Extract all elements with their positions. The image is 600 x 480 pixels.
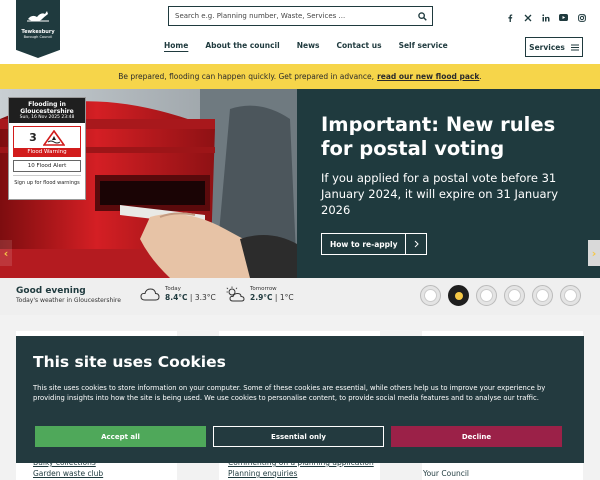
- hero-body: If you applied for a postal vote before …: [321, 171, 559, 217]
- social-links: [505, 13, 586, 22]
- hamburger-icon: [570, 44, 579, 50]
- cloud-icon: [140, 288, 160, 301]
- tomorrow-label: Tomorrow: [250, 286, 277, 292]
- nav-home[interactable]: Home: [164, 41, 188, 50]
- weather-today: Today 8.4°C | 3.3°C: [140, 286, 216, 302]
- carousel-indicators: [420, 285, 581, 306]
- x-icon[interactable]: [523, 13, 532, 22]
- tomorrow-low: 1°C: [279, 293, 294, 302]
- carousel-prev-button[interactable]: ‹: [0, 240, 12, 266]
- carousel-dot-6[interactable]: [560, 285, 581, 306]
- services-menu-button[interactable]: Services: [525, 37, 583, 57]
- nav-news[interactable]: News: [297, 41, 320, 50]
- essential-only-button[interactable]: Essential only: [213, 426, 384, 447]
- accept-all-button[interactable]: Accept all: [35, 426, 206, 447]
- youtube-icon[interactable]: [559, 13, 568, 22]
- search-button[interactable]: [412, 7, 432, 25]
- weather-greeting: Good evening Today's weather in Gloucest…: [16, 286, 121, 304]
- carousel-dot-1[interactable]: [420, 285, 441, 306]
- flood-warning-label: Flood Warning: [14, 148, 80, 156]
- flood-warning-count: 3: [29, 131, 37, 144]
- cookie-buttons: Accept all Essential only Decline: [35, 426, 562, 447]
- nav-contact[interactable]: Contact us: [336, 41, 381, 50]
- linkedin-icon[interactable]: [541, 13, 550, 22]
- search-bar: [168, 6, 433, 26]
- link-your-council[interactable]: Your Council: [423, 468, 469, 479]
- carousel-next-button[interactable]: ›: [588, 240, 600, 266]
- tomorrow-high: 2.9°C: [250, 293, 273, 302]
- weather-location: Today's weather in Gloucestershire: [16, 297, 121, 304]
- today-label: Today: [165, 286, 181, 292]
- search-icon: [417, 11, 427, 21]
- flood-signup-link[interactable]: Sign up for flood warnings: [13, 175, 81, 186]
- carousel-dot-5[interactable]: [532, 285, 553, 306]
- carousel-dot-3[interactable]: [476, 285, 497, 306]
- hero-title: Important: New rules for postal voting: [321, 113, 556, 160]
- logo-subtitle: Borough Council: [23, 35, 53, 39]
- cookie-text: This site uses cookies to store informat…: [33, 384, 546, 402]
- today-low: 3.3°C: [194, 293, 216, 302]
- weather-bar: Good evening Today's weather in Gloucest…: [0, 278, 600, 315]
- hero-content: Important: New rules for postal voting I…: [321, 113, 581, 255]
- council-logo[interactable]: Tewkesbury Borough Council: [16, 0, 60, 58]
- service-list-3: Your Council: [423, 468, 469, 479]
- flood-warning-icon: [42, 129, 65, 146]
- facebook-icon[interactable]: [505, 13, 514, 22]
- search-input[interactable]: [169, 7, 412, 25]
- carousel-dot-4[interactable]: [504, 285, 525, 306]
- main-nav: Home About the council News Contact us S…: [164, 41, 448, 50]
- banner-end: .: [479, 72, 482, 81]
- weather-tomorrow: Tomorrow 2.9°C | 1°C: [225, 286, 294, 302]
- greeting-text: Good evening: [16, 286, 86, 296]
- services-label: Services: [529, 42, 565, 52]
- reapply-button[interactable]: How to re-apply: [321, 233, 428, 255]
- flood-widget-header: Flooding in Gloucestershire Sun, 16 Nov …: [9, 98, 85, 123]
- carousel-dot-2[interactable]: [448, 285, 469, 306]
- banner-text: Be prepared, flooding can happen quickly…: [118, 72, 375, 81]
- decline-button[interactable]: Decline: [391, 426, 562, 447]
- flood-banner: Be prepared, flooding can happen quickly…: [0, 64, 600, 89]
- site-header: Tewkesbury Borough Council Home Abo: [0, 0, 600, 64]
- flood-warning-box: 3 Flood Warning: [13, 126, 81, 157]
- instagram-icon[interactable]: [577, 13, 586, 22]
- nav-self-service[interactable]: Self service: [399, 41, 448, 50]
- chevron-right-icon: [405, 234, 426, 254]
- hero-carousel: Important: New rules for postal voting I…: [0, 89, 600, 278]
- swan-icon: [27, 11, 49, 22]
- flood-pack-link[interactable]: read our new flood pack: [377, 72, 479, 81]
- flood-widget-title: Flooding in Gloucestershire: [20, 101, 74, 115]
- sun-cloud-icon: [226, 286, 245, 302]
- cookie-consent-banner: This site uses Cookies This site uses co…: [16, 336, 584, 463]
- flood-warning-widget[interactable]: Flooding in Gloucestershire Sun, 16 Nov …: [8, 97, 86, 200]
- cookie-title: This site uses Cookies: [33, 353, 226, 371]
- flood-widget-timestamp: Sun, 16 Nov 2025 23:48: [19, 115, 75, 120]
- link-planning-enquiries[interactable]: Planning enquiries: [228, 468, 374, 479]
- today-high: 8.4°C: [165, 293, 188, 302]
- nav-about[interactable]: About the council: [205, 41, 279, 50]
- reapply-button-label: How to re-apply: [330, 239, 398, 249]
- link-garden-waste[interactable]: Garden waste club: [33, 468, 103, 479]
- flood-alert-count: 10 Flood Alert: [13, 160, 81, 172]
